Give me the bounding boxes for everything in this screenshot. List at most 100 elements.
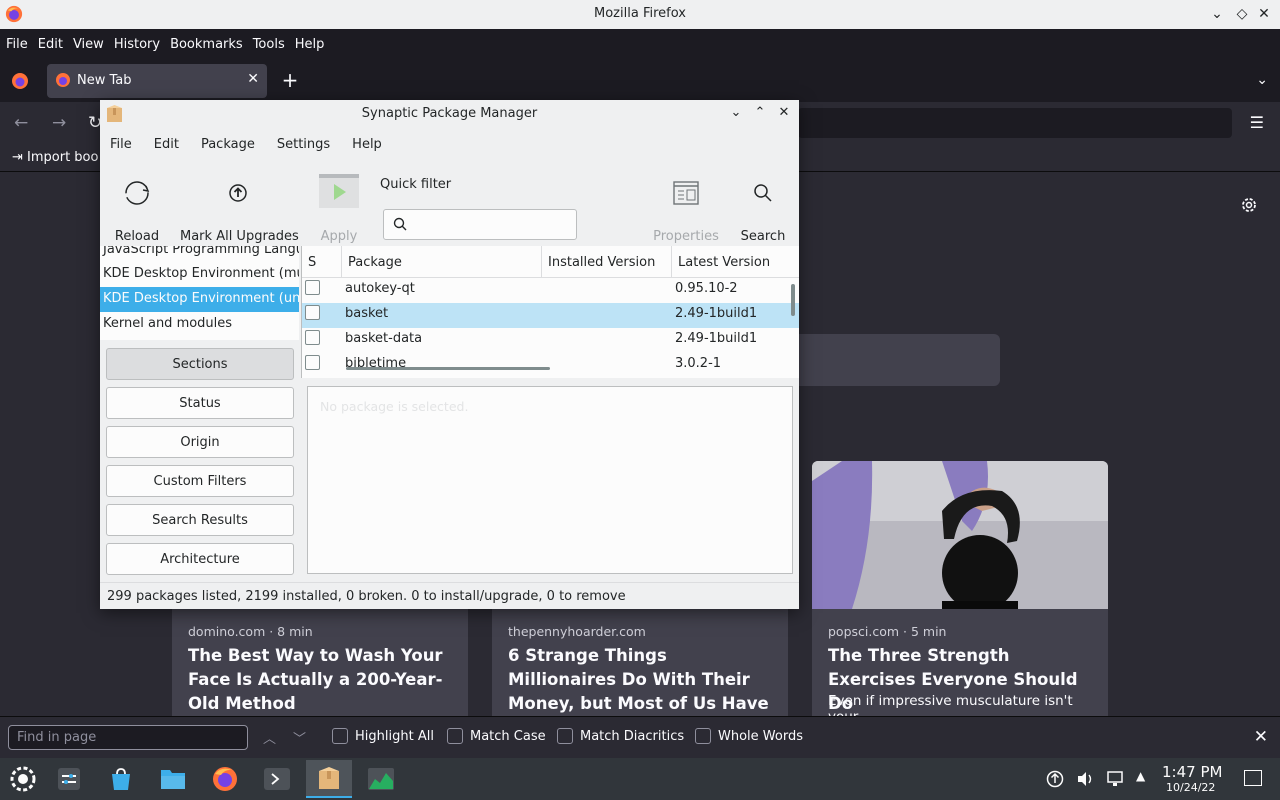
highlight-all-checkbox[interactable]: Highlight All xyxy=(332,728,434,744)
system-settings-icon[interactable] xyxy=(46,760,92,798)
firefox-tabbar: New Tab ✕ + ⌄ xyxy=(0,60,1280,102)
syn-menu-settings[interactable]: Settings xyxy=(277,137,330,152)
search-button[interactable]: Search xyxy=(740,168,786,244)
firefox-taskbar-icon[interactable] xyxy=(202,760,248,798)
search-results-button[interactable]: Search Results xyxy=(106,504,294,536)
package-checkbox[interactable] xyxy=(305,280,320,295)
package-checkbox[interactable] xyxy=(305,305,320,320)
app-launcher-icon[interactable] xyxy=(0,760,46,798)
update-notifier-icon[interactable] xyxy=(1046,770,1064,788)
checkbox-icon xyxy=(332,728,348,744)
search-box[interactable] xyxy=(780,334,1000,386)
gear-icon[interactable] xyxy=(1239,195,1259,215)
file-manager-icon[interactable] xyxy=(150,760,196,798)
show-desktop-icon[interactable] xyxy=(1244,770,1262,786)
section-item-selected[interactable]: KDE Desktop Environment (universe) xyxy=(100,287,299,312)
syn-menu-help[interactable]: Help xyxy=(352,137,382,152)
firefox-titlebar: Mozilla Firefox ⌄ ◇ ✕ xyxy=(0,0,1280,29)
match-case-checkbox[interactable]: Match Case xyxy=(447,728,546,744)
apply-button[interactable]: Apply xyxy=(314,168,364,244)
minimize-icon[interactable]: ⌄ xyxy=(1207,4,1227,24)
story-source: popsci.com · 5 min xyxy=(828,624,947,639)
package-name: basket xyxy=(345,306,389,321)
firefox-view-icon[interactable] xyxy=(10,71,30,91)
section-item[interactable]: JavaScript Programming Language xyxy=(100,246,299,263)
maximize-icon[interactable]: ◇ xyxy=(1232,4,1252,24)
column-status[interactable]: S xyxy=(302,246,342,278)
taskbar: ▲ 1:47 PM 10/24/22 xyxy=(0,758,1280,800)
package-row[interactable]: basket-data 2.49-1build1 xyxy=(302,328,799,353)
whole-words-checkbox[interactable]: Whole Words xyxy=(695,728,803,744)
no-package-selected-text: No package is selected. xyxy=(320,399,469,414)
firefox-tab-icon xyxy=(56,73,70,87)
package-row[interactable]: bibletime 3.0.2-1 xyxy=(302,353,799,378)
properties-icon xyxy=(673,181,699,205)
reload-button[interactable]: Reload xyxy=(108,168,166,244)
tab-new-tab[interactable]: New Tab ✕ xyxy=(47,64,267,98)
search-icon xyxy=(393,217,407,231)
package-row-selected[interactable]: basket 2.49-1build1 xyxy=(302,303,799,328)
discover-store-icon[interactable] xyxy=(98,760,144,798)
import-bookmarks-button[interactable]: ⇥ Import boo xyxy=(12,150,98,165)
column-package[interactable]: Package xyxy=(342,246,542,278)
synaptic-taskbar-icon[interactable] xyxy=(306,760,352,798)
story-excerpt: Even if impressive musculature isn't you… xyxy=(828,693,1073,716)
find-input[interactable] xyxy=(8,725,248,750)
syn-menu-package[interactable]: Package xyxy=(201,137,255,152)
status-filter-button[interactable]: Status xyxy=(106,387,294,419)
vertical-scrollbar[interactable] xyxy=(791,284,795,316)
forward-icon[interactable]: → xyxy=(52,113,66,133)
menu-history[interactable]: History xyxy=(114,37,160,52)
terminal-icon[interactable] xyxy=(254,760,300,798)
find-previous-icon[interactable]: ︿ xyxy=(263,728,276,747)
architecture-button[interactable]: Architecture xyxy=(106,543,294,575)
close-icon[interactable]: ✕ xyxy=(776,105,792,123)
new-tab-icon[interactable]: + xyxy=(280,68,300,92)
package-checkbox[interactable] xyxy=(305,330,320,345)
menu-bookmarks[interactable]: Bookmarks xyxy=(170,37,243,52)
menu-help[interactable]: Help xyxy=(295,37,325,52)
quick-filter-input[interactable] xyxy=(383,209,577,240)
match-diacritics-checkbox[interactable]: Match Diacritics xyxy=(557,728,684,744)
story-card[interactable]: popsci.com · 5 min The Three Strength Ex… xyxy=(812,461,1108,716)
find-next-icon[interactable]: ﹀ xyxy=(293,728,306,747)
back-icon[interactable]: ← xyxy=(14,113,28,133)
mark-all-upgrades-button[interactable]: Mark All Upgrades xyxy=(180,168,299,244)
system-monitor-icon[interactable] xyxy=(358,760,404,798)
package-row[interactable]: autokey-qt 0.95.10-2 xyxy=(302,278,799,303)
origin-filter-button[interactable]: Origin xyxy=(106,426,294,458)
section-item[interactable]: Kernel and modules xyxy=(100,312,299,337)
close-find-bar-icon[interactable]: ✕ xyxy=(1254,727,1268,747)
close-icon[interactable]: ✕ xyxy=(1254,4,1274,24)
custom-filters-button[interactable]: Custom Filters xyxy=(106,465,294,497)
network-icon[interactable] xyxy=(1106,770,1124,788)
horizontal-scrollbar[interactable] xyxy=(346,367,550,370)
url-bar[interactable] xyxy=(798,108,1232,138)
properties-button[interactable]: Properties xyxy=(652,168,720,244)
package-table: S Package Installed Version Latest Versi… xyxy=(301,246,799,378)
tray-expand-icon[interactable]: ▲ xyxy=(1136,769,1145,783)
clock-time[interactable]: 1:47 PM xyxy=(1162,763,1222,781)
section-item[interactable]: KDE Desktop Environment (multiverse) xyxy=(100,262,299,287)
maximize-icon[interactable]: ⌃ xyxy=(752,105,768,123)
package-checkbox[interactable] xyxy=(305,355,320,370)
apply-icon xyxy=(319,174,359,208)
menu-tools[interactable]: Tools xyxy=(253,37,285,52)
menu-file[interactable]: File xyxy=(6,37,28,52)
column-installed-version[interactable]: Installed Version xyxy=(542,246,672,278)
column-latest-version[interactable]: Latest Version xyxy=(672,246,799,278)
syn-menu-edit[interactable]: Edit xyxy=(154,137,179,152)
menu-edit[interactable]: Edit xyxy=(38,37,63,52)
sections-filter-button[interactable]: Sections xyxy=(106,348,294,380)
hamburger-menu-icon[interactable]: ☰ xyxy=(1250,113,1264,132)
volume-icon[interactable] xyxy=(1076,770,1094,788)
minimize-icon[interactable]: ⌄ xyxy=(728,105,744,123)
package-latest-version: 2.49-1build1 xyxy=(675,306,758,321)
menu-view[interactable]: View xyxy=(73,37,104,52)
import-bookmarks-label: Import boo xyxy=(27,150,99,165)
tab-close-icon[interactable]: ✕ xyxy=(247,71,259,87)
chevron-down-icon[interactable]: ⌄ xyxy=(1256,72,1268,88)
checkbox-icon xyxy=(557,728,573,744)
clock-date[interactable]: 10/24/22 xyxy=(1166,781,1215,794)
syn-menu-file[interactable]: File xyxy=(110,137,132,152)
